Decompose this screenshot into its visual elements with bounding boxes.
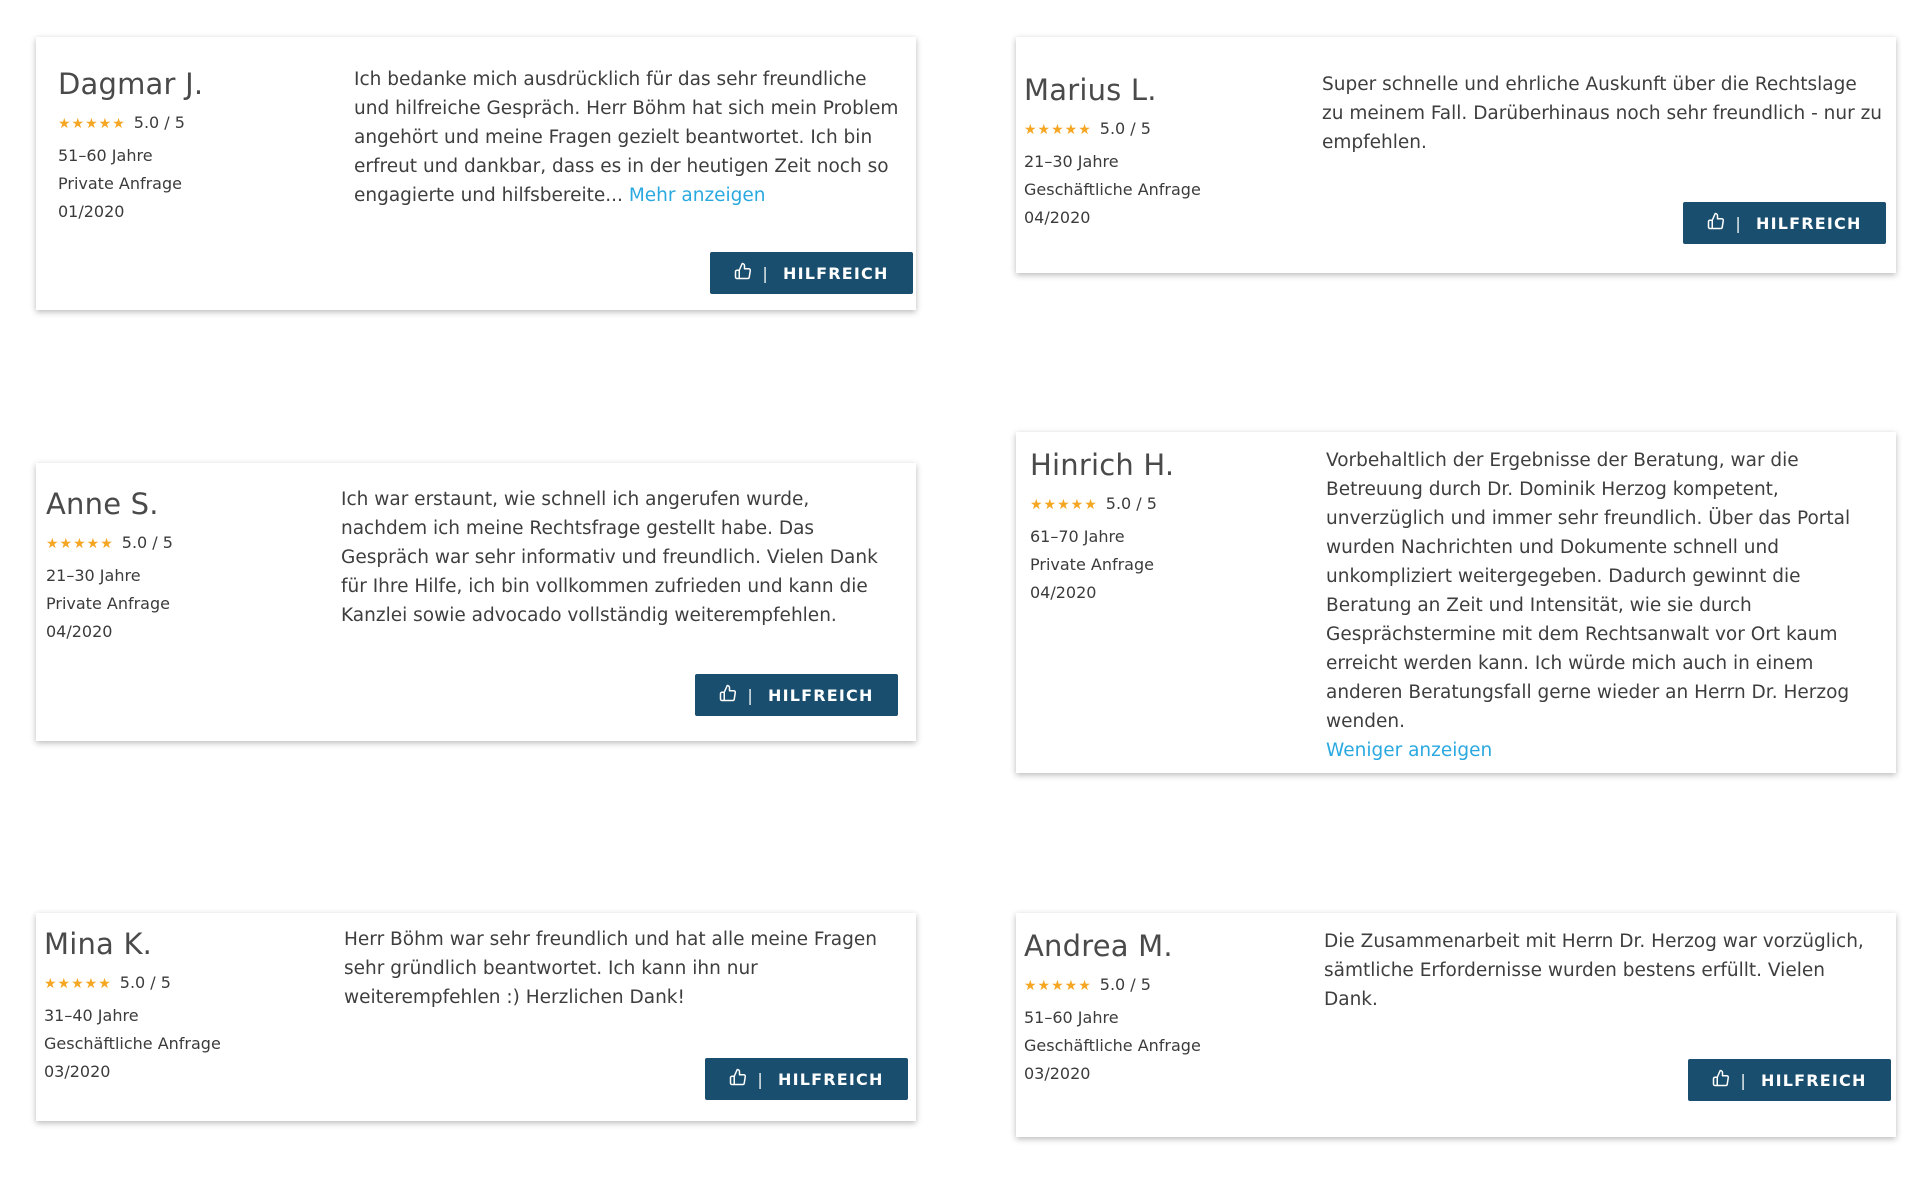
thumbs-up-icon <box>1712 1069 1730 1091</box>
helpful-label: HILFREICH <box>1755 213 1862 233</box>
helpful-button[interactable]: | HILFREICH <box>695 674 898 716</box>
rating: ★★★★★ 5.0 / 5 <box>46 533 326 552</box>
review-text: Ich war erstaunt, wie schnell ich angeru… <box>341 489 878 626</box>
review-meta: Hinrich H. ★★★★★ 5.0 / 5 61–70 Jahre Priv… <box>1030 448 1310 607</box>
button-separator: | <box>747 685 754 705</box>
review-date: 04/2020 <box>1030 583 1097 602</box>
request-type: Geschäftliche Anfrage <box>1024 180 1201 199</box>
review-text-block: Ich war erstaunt, wie schnell ich angeru… <box>341 485 886 630</box>
reviewer-name: Anne S. <box>46 487 159 521</box>
review-meta: Andrea M. ★★★★★ 5.0 / 5 51–60 Jahre Gesch… <box>1024 929 1304 1088</box>
rating: ★★★★★ 5.0 / 5 <box>44 973 324 992</box>
review-text-block: Die Zusammenarbeit mit Herrn Dr. Herzog … <box>1324 927 1884 1014</box>
reviewer-name: Andrea M. <box>1024 929 1173 963</box>
review-text: Die Zusammenarbeit mit Herrn Dr. Herzog … <box>1324 931 1864 1010</box>
rating: ★★★★★ 5.0 / 5 <box>1024 119 1304 138</box>
request-type: Private Anfrage <box>1030 555 1154 574</box>
thumbs-up-icon <box>729 1068 747 1090</box>
reviewer-age: 21–30 Jahre <box>1024 152 1119 171</box>
reviewer-age: 51–60 Jahre <box>58 146 153 165</box>
review-date: 04/2020 <box>46 622 113 641</box>
review-date: 03/2020 <box>1024 1064 1091 1083</box>
rating-value: 5.0 / 5 <box>133 113 185 132</box>
helpful-label: HILFREICH <box>782 263 889 283</box>
show-more-link[interactable]: Mehr anzeigen <box>629 185 766 206</box>
review-date: 03/2020 <box>44 1062 111 1081</box>
review-text-block: Super schnelle und ehrliche Auskunft übe… <box>1322 70 1882 157</box>
thumbs-up-icon <box>734 262 752 284</box>
thumbs-up-icon <box>719 684 737 706</box>
helpful-button[interactable]: | HILFREICH <box>710 252 913 294</box>
review-card: Marius L. ★★★★★ 5.0 / 5 21–30 Jahre Gesch… <box>1016 37 1896 273</box>
reviewer-age: 31–40 Jahre <box>44 1006 139 1025</box>
rating-value: 5.0 / 5 <box>1105 494 1157 513</box>
review-text-block: Vorbehaltlich der Ergebnisse der Beratun… <box>1326 446 1881 765</box>
review-text: Herr Böhm war sehr freundlich und hat al… <box>344 929 877 1008</box>
five-star-icon: ★★★★★ <box>1024 122 1092 138</box>
thumbs-up-icon <box>1707 212 1725 234</box>
request-type: Private Anfrage <box>46 594 170 613</box>
review-text: Vorbehaltlich der Ergebnisse der Beratun… <box>1326 450 1851 732</box>
review-card: Andrea M. ★★★★★ 5.0 / 5 51–60 Jahre Gesch… <box>1016 913 1896 1137</box>
button-separator: | <box>1735 213 1742 233</box>
button-separator: | <box>1740 1070 1747 1090</box>
rating: ★★★★★ 5.0 / 5 <box>1024 975 1304 994</box>
reviewer-age: 51–60 Jahre <box>1024 1008 1119 1027</box>
helpful-button[interactable]: | HILFREICH <box>1688 1059 1891 1101</box>
review-text-block: Ich bedanke mich ausdrücklich für das se… <box>354 65 899 210</box>
five-star-icon: ★★★★★ <box>1030 497 1098 513</box>
button-separator: | <box>757 1069 764 1089</box>
reviewer-name: Mina K. <box>44 927 153 961</box>
request-type: Private Anfrage <box>58 174 182 193</box>
reviewer-name: Dagmar J. <box>58 67 204 101</box>
review-meta: Mina K. ★★★★★ 5.0 / 5 31–40 Jahre Geschäf… <box>44 927 324 1086</box>
review-card: Anne S. ★★★★★ 5.0 / 5 21–30 Jahre Private… <box>36 463 916 741</box>
reviewer-name: Marius L. <box>1024 73 1157 107</box>
request-type: Geschäftliche Anfrage <box>1024 1036 1201 1055</box>
rating: ★★★★★ 5.0 / 5 <box>58 113 338 132</box>
helpful-button[interactable]: | HILFREICH <box>1683 202 1886 244</box>
rating-value: 5.0 / 5 <box>1099 975 1151 994</box>
helpful-button[interactable]: | HILFREICH <box>705 1058 908 1100</box>
five-star-icon: ★★★★★ <box>1024 978 1092 994</box>
review-card: Hinrich H. ★★★★★ 5.0 / 5 61–70 Jahre Priv… <box>1016 432 1896 773</box>
helpful-label: HILFREICH <box>767 685 874 705</box>
rating: ★★★★★ 5.0 / 5 <box>1030 494 1310 513</box>
helpful-label: HILFREICH <box>777 1069 884 1089</box>
reviewer-name: Hinrich H. <box>1030 448 1175 482</box>
review-meta: Marius L. ★★★★★ 5.0 / 5 21–30 Jahre Gesch… <box>1024 73 1304 232</box>
rating-value: 5.0 / 5 <box>1099 119 1151 138</box>
review-text: Ich bedanke mich ausdrücklich für das se… <box>354 69 899 206</box>
five-star-icon: ★★★★★ <box>46 536 114 552</box>
show-less-link[interactable]: Weniger anzeigen <box>1326 740 1492 761</box>
rating-value: 5.0 / 5 <box>121 533 173 552</box>
review-text: Super schnelle und ehrliche Auskunft übe… <box>1322 74 1883 153</box>
five-star-icon: ★★★★★ <box>44 976 112 992</box>
review-meta: Dagmar J. ★★★★★ 5.0 / 5 51–60 Jahre Priva… <box>58 67 338 226</box>
request-type: Geschäftliche Anfrage <box>44 1034 221 1053</box>
review-date: 04/2020 <box>1024 208 1091 227</box>
review-text-block: Herr Böhm war sehr freundlich und hat al… <box>344 925 889 1012</box>
rating-value: 5.0 / 5 <box>119 973 171 992</box>
reviewer-age: 21–30 Jahre <box>46 566 141 585</box>
button-separator: | <box>762 263 769 283</box>
helpful-label: HILFREICH <box>1760 1070 1867 1090</box>
five-star-icon: ★★★★★ <box>58 116 126 132</box>
review-date: 01/2020 <box>58 202 125 221</box>
review-card: Mina K. ★★★★★ 5.0 / 5 31–40 Jahre Geschäf… <box>36 913 916 1121</box>
review-card: Dagmar J. ★★★★★ 5.0 / 5 51–60 Jahre Priva… <box>36 37 916 310</box>
review-meta: Anne S. ★★★★★ 5.0 / 5 21–30 Jahre Private… <box>46 487 326 646</box>
reviewer-age: 61–70 Jahre <box>1030 527 1125 546</box>
